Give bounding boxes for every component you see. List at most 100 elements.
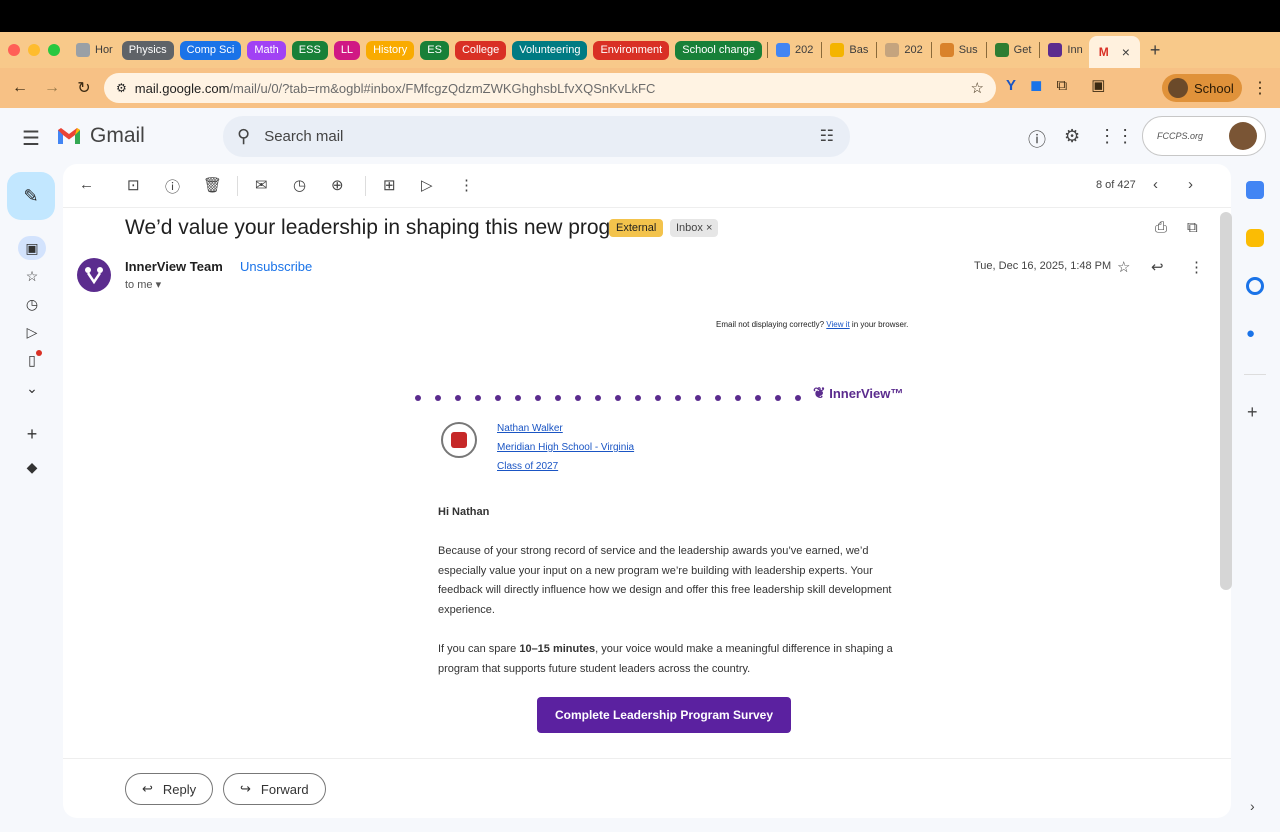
gmail-header: ☰ Gmail ⚲ Search mail ☷ ⓘ ⚙ ⋮⋮ FCCPS.org [0, 108, 1280, 164]
close-tab-icon[interactable]: × [1122, 44, 1130, 60]
search-input[interactable]: Search mail [264, 128, 343, 145]
report-spam-icon[interactable]: ⓘ [165, 176, 180, 197]
browser-tab[interactable]: 202 [879, 38, 928, 62]
message-scrollbar[interactable] [1220, 212, 1232, 590]
browser-tab[interactable]: Get [989, 38, 1038, 62]
mark-unread-icon[interactable]: ✉ [255, 176, 268, 194]
maximize-window-button[interactable] [48, 44, 60, 56]
minimize-window-button[interactable] [28, 44, 40, 56]
url-omnibox[interactable]: ⚙ mail.google.com/mail/u/0/?tab=rm&ogbl#… [104, 73, 996, 103]
forward-button[interactable]: → [36, 79, 68, 97]
sent-icon[interactable]: ▷ [18, 320, 46, 344]
calendar-icon[interactable] [1246, 181, 1264, 199]
tab-group-comp-sci[interactable]: Comp Sci [179, 40, 242, 60]
extension-y-icon[interactable]: Y [1006, 77, 1016, 94]
search-options-icon[interactable]: ☷ [820, 126, 834, 146]
view-it-link[interactable]: View it [826, 320, 849, 329]
tab-group-ll[interactable]: LL [333, 40, 361, 60]
account-switcher[interactable]: FCCPS.org [1142, 116, 1266, 156]
sender-name[interactable]: InnerView Team [125, 259, 223, 274]
label-icon[interactable]: ▷ [421, 176, 433, 194]
snooze-clock-icon[interactable]: ◷ [293, 176, 306, 194]
profile-button[interactable]: School [1162, 74, 1242, 102]
tab-group-math[interactable]: Math [247, 40, 286, 60]
search-bar[interactable]: ⚲ Search mail ☷ [223, 116, 850, 157]
compose-button[interactable]: ✎ [7, 172, 55, 220]
browser-menu-icon[interactable]: ⋮ [1252, 78, 1268, 98]
tab-group-history[interactable]: History [366, 40, 415, 60]
add-task-icon[interactable]: ⊕ [331, 176, 344, 194]
starred-icon[interactable]: ☆ [18, 264, 46, 288]
school-name-link[interactable]: Meridian High School - Virginia [497, 442, 634, 453]
drafts-icon[interactable]: ▯ [18, 348, 46, 372]
browser-tab[interactable]: Hor [70, 38, 119, 62]
profile-avatar [1168, 78, 1188, 98]
class-year-link[interactable]: Class of 2027 [497, 461, 558, 472]
reply-button[interactable]: ↩ Reply [125, 773, 214, 805]
tab-group-ess[interactable]: ESS [291, 40, 328, 60]
open-new-window-icon[interactable]: ⧉ [1187, 219, 1198, 236]
tab-group-school-change[interactable]: School change [675, 40, 763, 60]
reply-arrow-icon[interactable]: ↩ [1151, 258, 1164, 276]
gmail-favicon-icon: M [1098, 45, 1109, 59]
bookmark-star-icon[interactable]: ☆ [971, 79, 984, 97]
search-icon[interactable]: ⚲ [237, 126, 250, 147]
site-info-icon[interactable]: ⚙ [116, 81, 127, 95]
close-window-button[interactable] [8, 44, 20, 56]
delete-trash-icon[interactable]: 🗑 [203, 176, 222, 194]
star-icon[interactable]: ☆ [1117, 258, 1130, 276]
tab-group-college[interactable]: College [454, 40, 507, 60]
header-icons: ⓘ ⚙ ⋮⋮ [1028, 126, 1134, 152]
show-side-panel-chevron-icon[interactable]: › [1250, 798, 1255, 814]
more-options-icon[interactable]: ⋮ [459, 176, 474, 194]
contacts-icon[interactable]: ● [1246, 325, 1264, 343]
inbox-label-chip[interactable]: Inbox × [670, 219, 719, 237]
tab-separator [876, 42, 878, 58]
tab-gmail-active[interactable]: M × [1088, 36, 1140, 68]
create-label-plus-icon[interactable]: + [18, 422, 46, 446]
more-chevron-down-icon[interactable]: ⌄ [18, 376, 46, 400]
view-in-browser-note: Email not displaying correctly? View it … [716, 320, 908, 329]
main-menu-icon[interactable]: ☰ [22, 126, 40, 151]
extension-shield-icon[interactable]: ◼ [1030, 76, 1042, 94]
student-name-link[interactable]: Nathan Walker [497, 423, 563, 434]
tab-title: Bas [849, 44, 869, 56]
extensions-puzzle-icon[interactable]: ⧉ [1056, 77, 1067, 94]
print-icon[interactable]: ⎙ [1155, 219, 1167, 236]
newer-chevron-left-icon[interactable]: ‹ [1153, 176, 1158, 193]
browser-tab[interactable]: Bas [824, 38, 874, 62]
keep-icon[interactable] [1246, 229, 1264, 247]
tab-group-physics[interactable]: Physics [121, 40, 174, 60]
tab-separator [930, 42, 932, 58]
support-icon[interactable]: ⓘ [1028, 126, 1046, 152]
browser-tab[interactable]: 202 [770, 38, 819, 62]
archive-icon[interactable]: ⊡ [127, 176, 140, 194]
inbox-icon[interactable]: ▣ [18, 236, 46, 260]
decorative-dot [755, 395, 761, 401]
recipient-details-toggle[interactable]: to me ▾ [125, 278, 161, 291]
browser-tab[interactable]: Inn [1042, 38, 1088, 62]
unsubscribe-link[interactable]: Unsubscribe [240, 259, 312, 274]
snoozed-clock-icon[interactable]: ◷ [18, 292, 46, 316]
browser-tab[interactable]: Sus [934, 38, 984, 62]
older-chevron-right-icon[interactable]: › [1188, 176, 1193, 193]
sender-avatar[interactable] [77, 258, 111, 292]
move-to-folder-icon[interactable]: ⊞ [383, 176, 396, 194]
back-button[interactable]: ← [4, 79, 36, 97]
message-more-icon[interactable]: ⋮ [1189, 258, 1204, 276]
label-tag-icon[interactable]: ◆ [18, 455, 46, 479]
tab-group-environment[interactable]: Environment [593, 40, 670, 60]
forward-message-button[interactable]: ↪ Forward [223, 773, 326, 805]
apps-grid-icon[interactable]: ⋮⋮ [1098, 126, 1134, 152]
get-addons-plus-icon[interactable]: + [1247, 402, 1258, 423]
tab-group-volunteering[interactable]: Volunteering [512, 40, 588, 60]
tab-search-icon[interactable]: ▣ [1091, 76, 1105, 94]
gmail-logo[interactable]: Gmail [56, 124, 145, 148]
back-to-inbox-icon[interactable]: ← [79, 176, 94, 193]
reload-button[interactable]: ↻ [68, 78, 100, 98]
complete-survey-button[interactable]: Complete Leadership Program Survey [537, 697, 791, 733]
tasks-icon[interactable] [1246, 277, 1264, 295]
settings-gear-icon[interactable]: ⚙ [1064, 126, 1080, 152]
tab-group-es[interactable]: ES [420, 40, 449, 60]
new-tab-button[interactable]: + [1150, 40, 1161, 61]
